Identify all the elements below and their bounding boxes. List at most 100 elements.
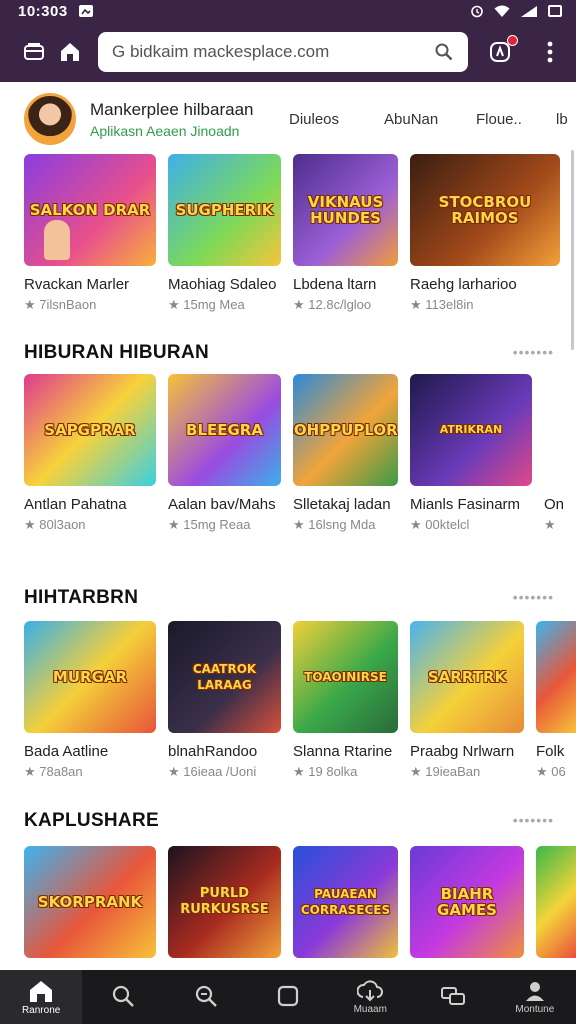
app-thumbnail[interactable]	[536, 621, 576, 733]
app-meta: ★ 16ieaa /Uoni	[168, 764, 257, 779]
address-bar[interactable]: G bidkaim mackesplace.com	[98, 32, 468, 72]
app-card-partial[interactable]	[536, 846, 576, 958]
app-thumbnail[interactable]	[536, 846, 576, 958]
app-card[interactable]: STOCBROU RAIMOS Raehg larharioo ★ 113el8…	[410, 154, 560, 313]
app-card[interactable]: BIAHR GAMES	[410, 846, 524, 958]
search-icon	[113, 985, 135, 1007]
app-card[interactable]: SOHPPUPLORE Slletakaj ladan ★ 16lsng Mda	[293, 374, 398, 533]
app-thumbnail[interactable]: STOCBROU RAIMOS	[410, 154, 560, 266]
app-title[interactable]: Rvackan Marler	[24, 276, 156, 293]
tab-videos[interactable]: Diuleos	[289, 111, 384, 128]
app-card-partial[interactable]: Folk ★ 06	[536, 621, 576, 780]
app-card[interactable]: VIKNAUS HUNDES Lbdena ltarn ★ 12.8c/lglo…	[293, 154, 398, 313]
app-card[interactable]: TOAOINIRSE Slanna Rtarine ★ 19 8olka	[293, 621, 398, 780]
app-title[interactable]: Raehg larharioo	[410, 276, 560, 293]
section-title: KAPLUSHARE	[24, 810, 159, 831]
app-carousel: SKORPRANK PURLD RURKUSRSE PAUAEAN CORRAS…	[24, 846, 576, 958]
app-title[interactable]: Praabg Nrlwarn	[410, 743, 524, 760]
app-meta: ★ 113el8in	[410, 297, 474, 312]
app-card[interactable]: SAPGPRAR Antlan Pahatna ★ 80l3aon	[24, 374, 156, 533]
app-meta: ★ 7ilsnBaon	[24, 297, 97, 312]
url-text[interactable]: G bidkaim mackesplace.com	[112, 42, 434, 62]
app-thumbnail[interactable]: SALKON DRAR	[24, 154, 156, 266]
app-thumbnail[interactable]: SARRTRK	[410, 621, 524, 733]
status-bar: 10:303	[0, 0, 576, 22]
app-thumbnail[interactable]: PURLD RURKUSRSE	[168, 846, 281, 958]
avatar[interactable]	[24, 93, 76, 145]
nav-library[interactable]	[247, 970, 329, 1024]
app-card[interactable]: BLEEGRA Aalan bav/Mahs ★ 15mg Reaa	[168, 374, 281, 533]
app-title[interactable]: Slanna Rtarine	[293, 743, 398, 760]
nav-profile[interactable]: Montune	[494, 970, 576, 1024]
bottom-navigation: Ranrone Muaam Montune	[0, 970, 576, 1024]
app-thumbnail[interactable]: BLEEGRA	[168, 374, 281, 486]
app-title[interactable]: blnahRandoo	[168, 743, 281, 760]
app-logo-text: SAPGPRAR	[44, 421, 136, 439]
app-thumbnail[interactable]: MURGAR	[24, 621, 156, 733]
app-thumbnail[interactable]: SOHPPUPLORE	[293, 374, 398, 486]
app-logo-text: STOCBROU RAIMOS	[438, 193, 532, 227]
app-card[interactable]: CAATROK LARAAG blnahRandoo ★ 16ieaa /Uon…	[168, 621, 281, 780]
nav-muaam[interactable]: Muaam	[329, 970, 411, 1024]
app-logo-text: SOHPPUPLORE	[293, 421, 398, 439]
app-logo-text: PAUAEAN CORRASECES	[300, 887, 391, 917]
app-thumbnail[interactable]: CAATROK LARAAG	[168, 621, 281, 733]
app-logo-text: ATRIKRAN	[439, 423, 503, 436]
app-title[interactable]: On	[544, 496, 574, 513]
app-title[interactable]: Maohiag Sdaleo	[168, 276, 281, 293]
more-menu-icon[interactable]	[536, 38, 564, 66]
square-icon	[277, 985, 299, 1007]
tabs-icon[interactable]	[20, 38, 48, 66]
app-thumbnail[interactable]: TOAOINIRSE	[293, 621, 398, 733]
app-card[interactable]: PAUAEAN CORRASECES	[293, 846, 398, 958]
tab-about[interactable]: AbuNan	[384, 111, 476, 128]
hihtarbrn-section: HIHTARBRN ••••••• MURGAR Bada Aatline ★ …	[0, 585, 576, 785]
app-logo-text: MURGAR	[52, 668, 128, 686]
search-icon[interactable]	[434, 42, 454, 62]
kaplushare-section: KAPLUSHARE ••••••• SKORPRANK PURLD RURKU…	[0, 808, 576, 968]
app-title[interactable]: Lbdena ltarn	[293, 276, 398, 293]
see-more-button[interactable]: •••••••	[513, 812, 554, 828]
app-thumbnail[interactable]: SUGPHERIK	[168, 154, 281, 266]
app-title[interactable]: Bada Aatline	[24, 743, 156, 760]
app-title[interactable]: Folk	[536, 743, 576, 760]
app-thumbnail[interactable]: BIAHR GAMES	[410, 846, 524, 958]
see-more-button[interactable]: •••••••	[513, 589, 554, 605]
app-thumbnail[interactable]: SAPGPRAR	[24, 374, 156, 486]
scrollbar[interactable]	[571, 150, 574, 350]
app-card[interactable]: PURLD RURKUSRSE	[168, 846, 281, 958]
app-title[interactable]: Slletakaj ladan	[293, 496, 398, 513]
app-card[interactable]: ATRIKRAN Mianls Fasinarm ★ 00ktelcl	[410, 374, 532, 533]
tab-more[interactable]: lb	[556, 111, 576, 128]
app-card[interactable]: SKORPRANK	[24, 846, 156, 958]
app-thumbnail[interactable]: ATRIKRAN	[410, 374, 532, 486]
app-card[interactable]: SALKON DRAR Rvackan Marler ★ 7ilsnBaon	[24, 154, 156, 313]
app-title[interactable]: Mianls Fasinarm	[410, 496, 532, 513]
app-logo-text: TOAOINIRSE	[304, 670, 387, 684]
nav-discover[interactable]	[165, 970, 247, 1024]
profile-header: Mankerplee hilbaraan Aplikasn Aeaen Jino…	[0, 86, 576, 152]
app-card[interactable]: MURGAR Bada Aatline ★ 78a8an	[24, 621, 156, 780]
nav-search[interactable]	[82, 970, 164, 1024]
app-logo-text: CAATROK LARAAG	[192, 662, 257, 692]
tab-follow[interactable]: Floue..	[476, 111, 556, 128]
app-title[interactable]: Aalan bav/Mahs	[168, 496, 281, 513]
app-thumbnail[interactable]: PAUAEAN CORRASECES	[293, 846, 398, 958]
notification-icons	[78, 4, 94, 18]
category-tabs: Diuleos AbuNan Floue.. lb	[289, 111, 576, 128]
app-logo-text: SKORPRANK	[37, 893, 143, 911]
app-thumbnail[interactable]: VIKNAUS HUNDES	[293, 154, 398, 266]
nav-label: Muaam	[353, 1003, 387, 1015]
app-thumbnail[interactable]: SKORPRANK	[24, 846, 156, 958]
app-card[interactable]: SARRTRK Praabg Nrlwarn ★ 19ieaBan	[410, 621, 524, 780]
app-title[interactable]: Antlan Pahatna	[24, 496, 156, 513]
see-more-button[interactable]: •••••••	[513, 344, 554, 360]
app-card[interactable]: SUGPHERIK Maohiag Sdaleo ★ 15mg Mea	[168, 154, 281, 313]
activity-button[interactable]	[486, 35, 518, 66]
nav-windows[interactable]	[411, 970, 493, 1024]
nav-home[interactable]: Ranrone	[0, 970, 83, 1024]
home-icon[interactable]	[56, 38, 84, 66]
profile-subtitle: Aplikasn Aeaen Jinoadn	[90, 122, 240, 139]
app-card-partial[interactable]: On ★	[544, 374, 574, 533]
app-thumbnail[interactable]	[544, 374, 574, 486]
